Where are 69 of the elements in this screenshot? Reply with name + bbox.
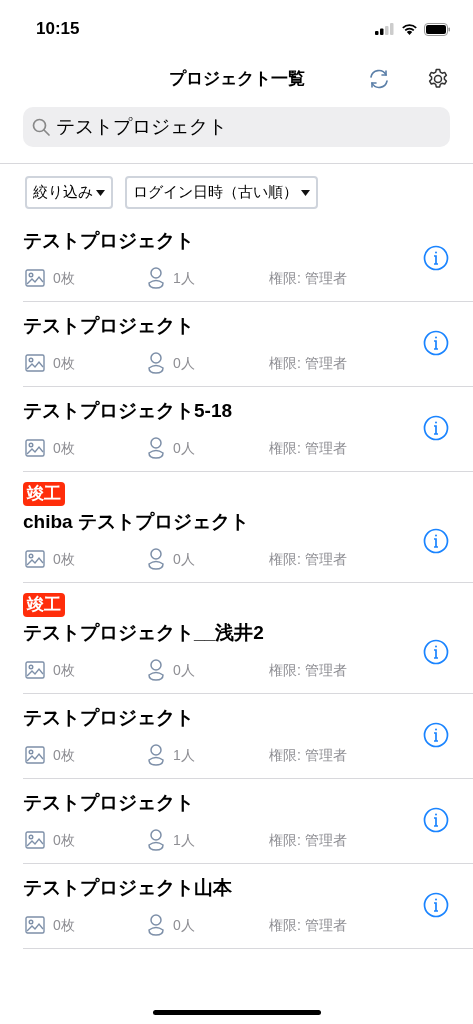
project-name: テストプロジェクト	[23, 314, 195, 338]
info-button[interactable]	[423, 245, 449, 271]
project-name: テストプロジェクト5-18	[23, 399, 234, 423]
member-count: 0人	[173, 915, 195, 935]
role-label: 権限: 管理者	[269, 549, 347, 569]
info-button[interactable]	[423, 722, 449, 748]
info-button[interactable]	[423, 892, 449, 918]
photo-count: 0枚	[53, 915, 75, 935]
role-label: 権限: 管理者	[269, 915, 347, 935]
member-count: 0人	[173, 660, 195, 680]
photo-count: 0枚	[53, 353, 75, 373]
image-icon	[25, 661, 45, 679]
status-time: 10:15	[36, 18, 80, 41]
image-icon	[25, 831, 45, 849]
photo-count: 0枚	[53, 830, 75, 850]
member-count: 1人	[173, 830, 195, 850]
member-count: 0人	[173, 549, 195, 569]
wifi-icon	[401, 23, 418, 35]
project-name: テストプロジェクト	[23, 791, 195, 815]
status-badge: 竣工	[23, 482, 65, 506]
user-icon	[147, 659, 165, 681]
photo-count: 0枚	[53, 268, 75, 288]
status-badge: 竣工	[23, 593, 65, 617]
photo-count: 0枚	[53, 438, 75, 458]
project-name: chiba テストプロジェクト	[23, 510, 250, 534]
role-label: 権限: 管理者	[269, 353, 347, 373]
image-icon	[25, 746, 45, 764]
user-icon	[147, 437, 165, 459]
info-button[interactable]	[423, 639, 449, 665]
role-label: 権限: 管理者	[269, 660, 347, 680]
project-name: テストプロジェクト__浅井2	[23, 621, 265, 645]
info-button[interactable]	[423, 330, 449, 356]
signal-icon	[375, 23, 395, 35]
member-count: 0人	[173, 438, 195, 458]
project-name: テストプロジェクト山本	[23, 876, 233, 900]
info-button[interactable]	[423, 807, 449, 833]
user-icon	[147, 548, 165, 570]
search-icon	[32, 118, 50, 136]
role-label: 権限: 管理者	[269, 438, 347, 458]
image-icon	[25, 550, 45, 568]
user-icon	[147, 267, 165, 289]
user-icon	[147, 914, 165, 936]
member-count: 1人	[173, 268, 195, 288]
photo-count: 0枚	[53, 549, 75, 569]
battery-icon	[424, 22, 451, 36]
image-icon	[25, 269, 45, 287]
member-count: 0人	[173, 353, 195, 373]
user-icon	[147, 352, 165, 374]
info-button[interactable]	[423, 528, 449, 554]
search-field[interactable]: テストプロジェクト	[23, 107, 450, 147]
info-button[interactable]	[423, 415, 449, 441]
caret-icon	[301, 189, 310, 196]
photo-count: 0枚	[53, 745, 75, 765]
project-name: テストプロジェクト	[23, 706, 195, 730]
user-icon	[147, 829, 165, 851]
image-icon	[25, 439, 45, 457]
image-icon	[25, 354, 45, 372]
page-title: プロジェクト一覧	[168, 68, 305, 91]
user-icon	[147, 744, 165, 766]
role-label: 権限: 管理者	[269, 830, 347, 850]
role-label: 権限: 管理者	[269, 745, 347, 765]
filter-dropdown[interactable]: 絞り込み	[25, 176, 113, 209]
role-label: 権限: 管理者	[269, 268, 347, 288]
photo-count: 0枚	[53, 660, 75, 680]
filter-dropdown[interactable]: ログイン日時（古い順）	[125, 176, 318, 209]
caret-icon	[96, 189, 105, 196]
member-count: 1人	[173, 745, 195, 765]
image-icon	[25, 916, 45, 934]
project-name: テストプロジェクト	[23, 229, 195, 253]
